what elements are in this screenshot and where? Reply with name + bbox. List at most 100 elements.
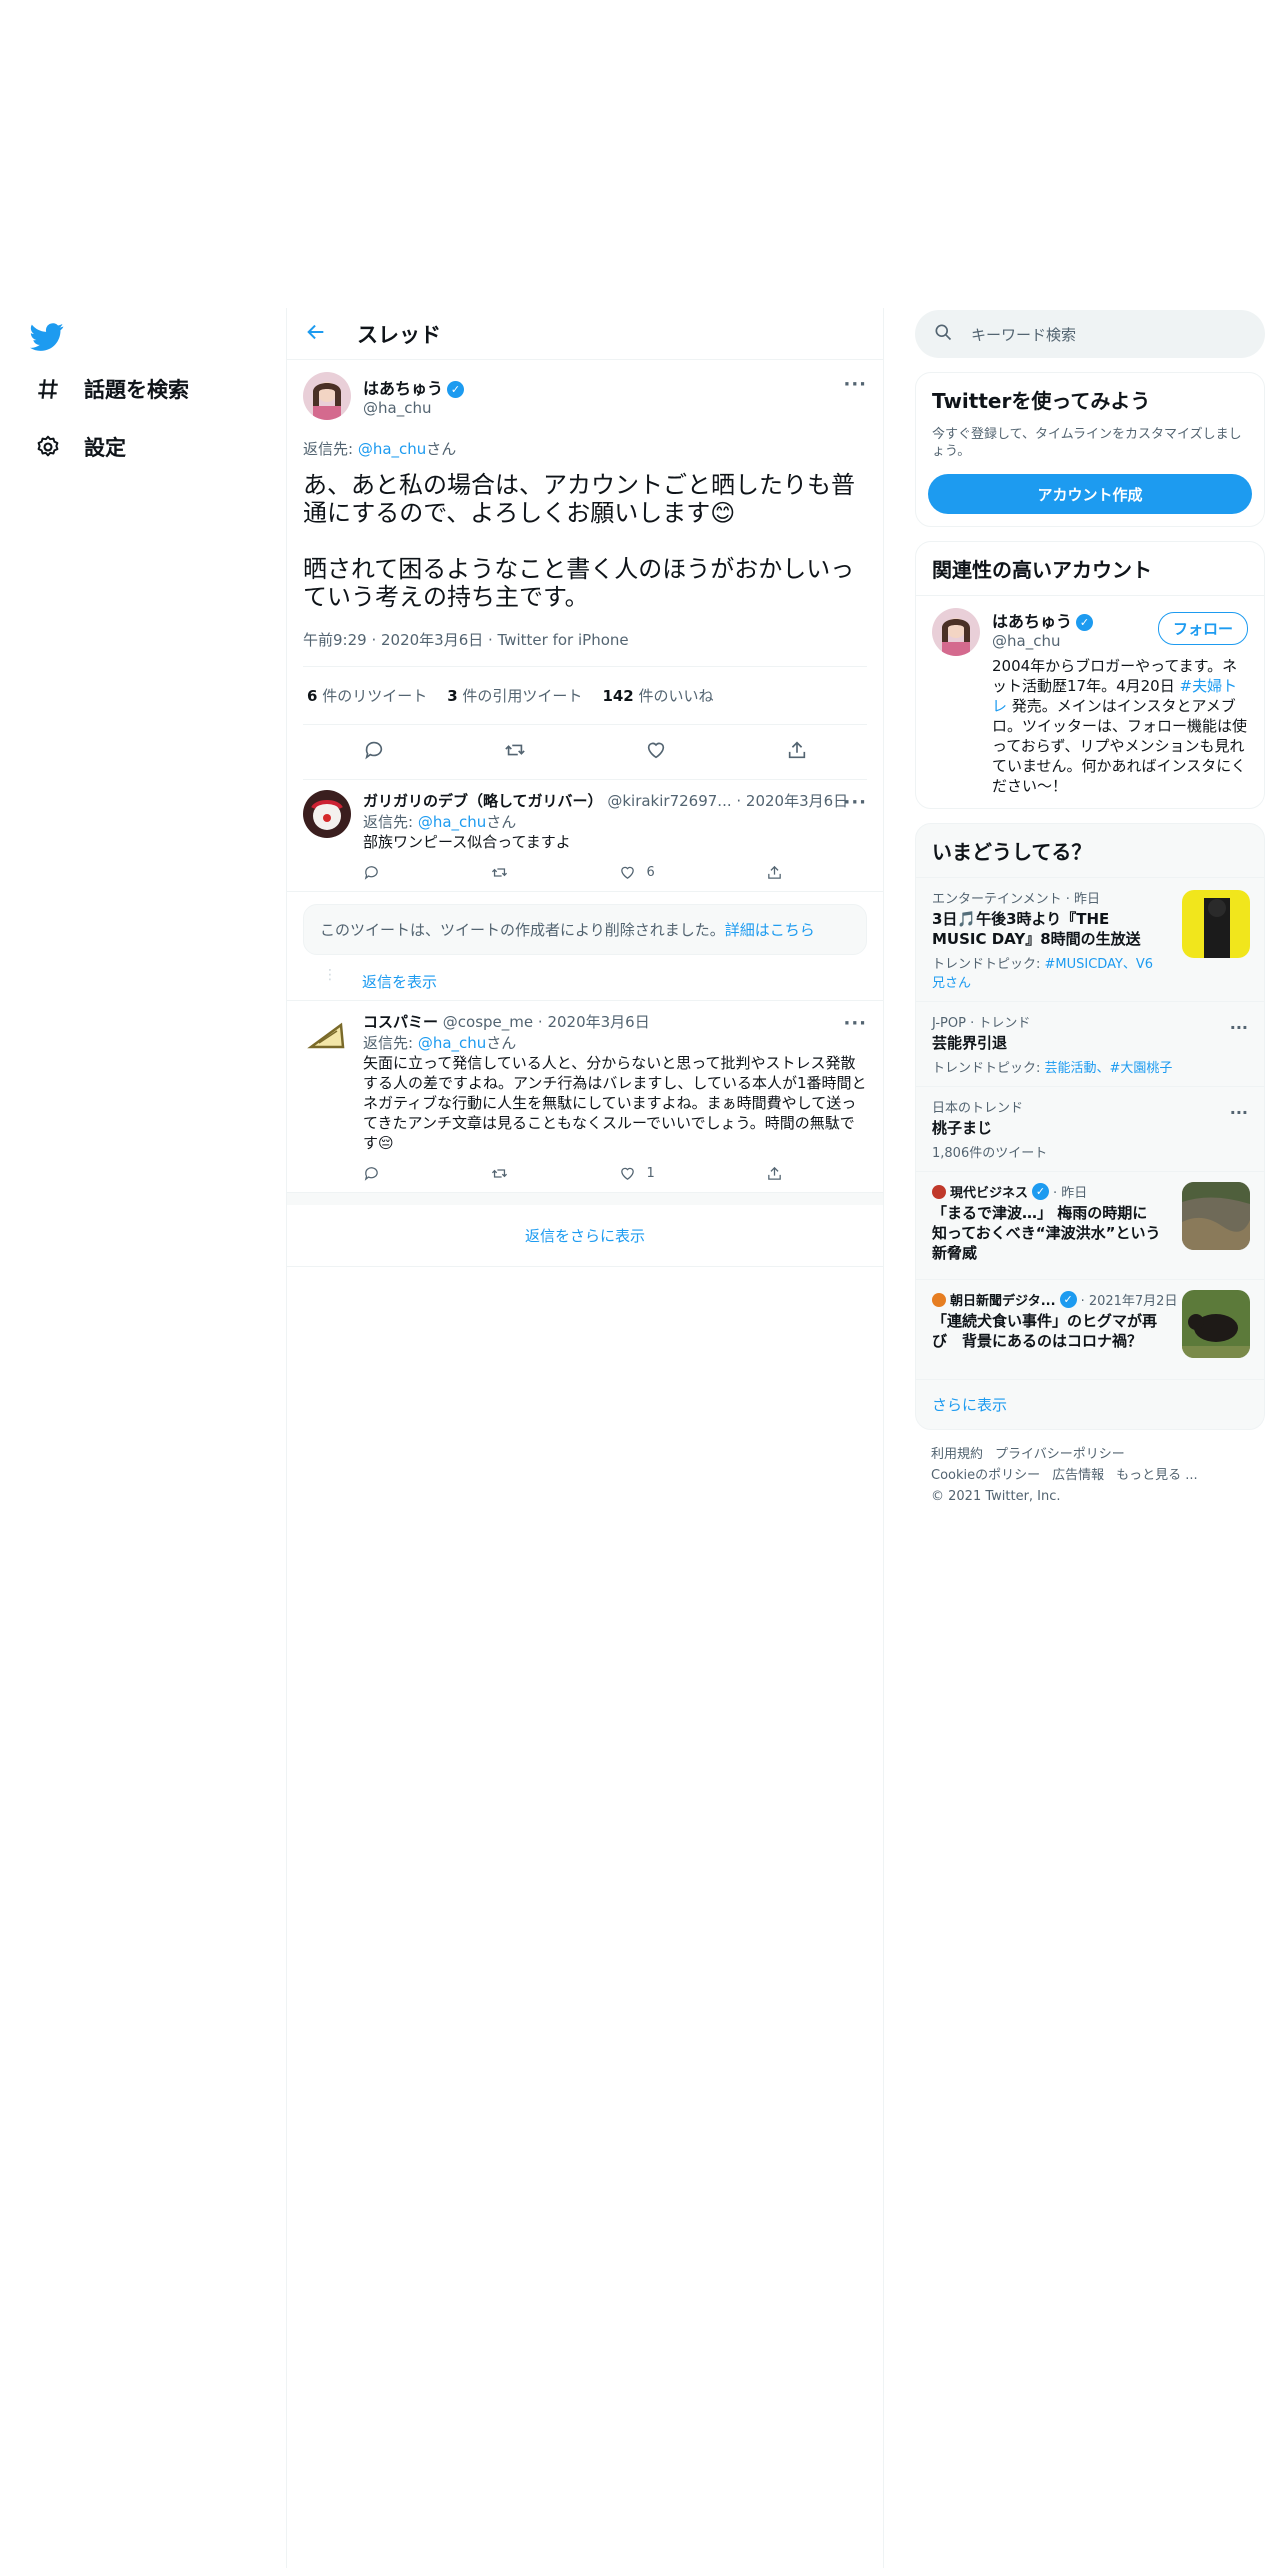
thread-header: スレッド [287, 308, 883, 360]
reply-prefix: 返信先: [363, 1034, 418, 1052]
retweet-icon[interactable] [504, 739, 526, 765]
twitter-logo-icon[interactable] [30, 320, 64, 354]
more-options-icon[interactable]: ··· [1230, 1103, 1248, 1122]
more-options-icon[interactable]: ··· [843, 1013, 867, 1034]
avatar[interactable] [303, 790, 351, 838]
deleted-tweet-notice: このツイートは、ツイートの作成者により削除されました。詳細はこちら [287, 892, 883, 967]
share-icon[interactable] [766, 1165, 783, 1182]
reply-to-handle[interactable]: @ha_chu [418, 1034, 486, 1052]
trend-item[interactable]: 日本のトレンド 桃子まじ 1,806件のツイート ··· [916, 1086, 1264, 1171]
retweet-icon[interactable] [491, 864, 508, 881]
reply-actions: 1 [363, 1165, 783, 1182]
search-input[interactable]: キーワード検索 [915, 310, 1265, 358]
show-replies-link[interactable]: ⋮ 返信を表示 [287, 967, 883, 1000]
more-options-icon[interactable]: ··· [1230, 1018, 1248, 1037]
verified-badge-icon: ✓ [447, 381, 465, 398]
trend-item[interactable]: エンターテインメント · 昨日 3日🎵午後3時より『THE MUSIC DAY』… [916, 877, 1264, 1001]
likes-count: 142 [602, 687, 634, 705]
likes-label: 件のいいね [633, 687, 714, 705]
thread-column: スレッド はあちゅう ✓ @ha_chu ··· 返信先: @ha_chuさん あ… [286, 308, 884, 2568]
avatar[interactable] [303, 1011, 351, 1059]
account-item[interactable]: はあちゅう ✓ @ha_chu 2004年からブロガーやってます。ネット活動歴17… [916, 595, 1264, 808]
like-icon [621, 866, 635, 879]
thread-dots: ⋮ [323, 967, 337, 983]
trend-name: 芸能界引退 [932, 1034, 1008, 1052]
follow-button[interactable]: フォロー [1157, 612, 1248, 645]
news-headline: 「連続犬食い事件」のヒグマが再び 背景にあるのはコロナ禍？ [932, 1312, 1158, 1350]
back-arrow-icon[interactable] [305, 321, 327, 347]
quotes-label: 件の引用ツイート [457, 687, 583, 705]
reply-to-line: 返信先: @ha_chuさん [363, 1032, 867, 1053]
signup-title: Twitterを使ってみよう [932, 389, 1151, 413]
tweet-timestamp[interactable]: 午前9:29 · 2020年3月6日 · Twitter for iPhone [303, 629, 867, 667]
show-more-replies-button[interactable]: 返信をさらに表示 [287, 1193, 883, 1267]
footer-privacy[interactable]: プライバシーポリシー [995, 1447, 1125, 1462]
hashtag-icon [34, 375, 62, 403]
news-item[interactable]: 朝日新聞デジタ... ✓ · 2021年7月2日 「連続犬食い事件」のヒグマが再び… [916, 1279, 1264, 1379]
retweets-count: 6 [307, 687, 318, 705]
footer-terms[interactable]: 利用規約 [931, 1447, 983, 1462]
footer-more[interactable]: もっと見る ... [1116, 1468, 1198, 1483]
trend-name: 3日🎵午後3時より『THE MUSIC DAY』8時間の生放送 [932, 910, 1141, 948]
deleted-text: このツイートは、ツイートの作成者により削除されました。 [320, 921, 725, 939]
reply-to-handle[interactable]: @ha_chu [358, 440, 426, 458]
verified-badge-icon: ✓ [1032, 1183, 1050, 1200]
footer-ads[interactable]: 広告情報 [1052, 1468, 1104, 1483]
page-title: スレッド [357, 322, 441, 347]
author-name[interactable]: はあちゅう [363, 379, 443, 398]
quotes-stat[interactable]: 3 件の引用ツイート [447, 685, 582, 706]
reply-icon[interactable] [363, 1165, 380, 1182]
trend-meta: 日本のトレンド [932, 1101, 1024, 1116]
avatar[interactable] [932, 608, 980, 656]
like-button[interactable]: 6 [619, 864, 655, 881]
likes-stat[interactable]: 142 件のいいね [602, 685, 713, 706]
news-item[interactable]: 現代ビジネス ✓ · 昨日 「まるで津波…」 梅雨の時期に知っておくべき“津波洪水… [916, 1171, 1264, 1279]
reply-to-handle[interactable]: @ha_chu [418, 813, 486, 831]
create-account-button[interactable]: アカウント作成 [928, 474, 1252, 514]
reply-tweet[interactable]: ガリガリのデブ（略してガリバー） @kirakir72697... · 2020… [287, 780, 883, 892]
account-name[interactable]: はあちゅう [992, 612, 1072, 631]
nav-explore[interactable]: 話題を検索 [34, 374, 189, 404]
more-options-icon[interactable]: ··· [843, 374, 867, 395]
like-icon[interactable] [645, 739, 667, 765]
reply-author-handle[interactable]: @kirakir72697... [607, 792, 731, 810]
avatar[interactable] [303, 372, 351, 420]
reply-date[interactable]: · 2020年3月6日 [533, 1013, 650, 1031]
trend-item[interactable]: J-POP · トレンド 芸能界引退 トレンドトピック: 芸能活動、#大園桃子 … [916, 1001, 1264, 1086]
news-thumbnail [1182, 1290, 1250, 1358]
share-icon[interactable] [766, 864, 783, 881]
reply-tweet[interactable]: コスパミー @cospe_me · 2020年3月6日 返信先: @ha_chu… [287, 1000, 883, 1193]
retweet-icon[interactable] [491, 1165, 508, 1182]
reply-author-handle[interactable]: @cospe_me [443, 1013, 533, 1031]
topic-label: トレンドトピック: [932, 1061, 1045, 1076]
tweet-stats: 6 件のリツイート 3 件の引用ツイート 142 件のいいね [303, 667, 867, 725]
nav-settings[interactable]: 設定 [34, 432, 126, 462]
news-time: · 2021年7月2日 [1080, 1294, 1178, 1309]
reply-author-name[interactable]: ガリガリのデブ（略してガリバー） [363, 792, 603, 810]
reply-to-line: 返信先: @ha_chuさん [303, 438, 867, 459]
footer-cookie[interactable]: Cookieのポリシー [931, 1468, 1040, 1483]
reply-text: 部族ワンピース似合ってますよ [363, 833, 571, 851]
news-headline: 「まるで津波…」 梅雨の時期に知っておくべき“津波洪水”という新脅威 [932, 1204, 1161, 1262]
reply-date[interactable]: · 2020年3月6日 [732, 792, 848, 810]
author-handle[interactable]: @ha_chu [363, 399, 464, 417]
details-link[interactable]: 詳細はこちら [725, 921, 815, 939]
topic-label: トレンドトピック: [932, 957, 1045, 972]
nav-explore-label: 話題を検索 [84, 378, 189, 402]
like-button[interactable]: 1 [619, 1165, 655, 1182]
signup-subtitle: 今すぐ登録して、タイムラインをカスタマイズしましょう。 [932, 427, 1242, 459]
topic-links[interactable]: 芸能活動、#大園桃子 [1045, 1061, 1173, 1076]
related-title: 関連性の高いアカウント [932, 558, 1152, 582]
right-sidebar: キーワード検索 Twitterを使ってみよう 今すぐ登録して、タイムラインをカス… [915, 310, 1265, 1521]
retweets-stat[interactable]: 6 件のリツイート [307, 685, 427, 706]
show-more-trends-link[interactable]: さらに表示 [916, 1379, 1264, 1429]
reply-author-name[interactable]: コスパミー [363, 1013, 438, 1031]
trend-count: 1,806件のツイート [932, 1146, 1048, 1161]
show-replies-label: 返信を表示 [362, 973, 438, 991]
share-icon[interactable] [786, 739, 808, 765]
reply-icon[interactable] [363, 739, 385, 765]
reply-suffix: さん [426, 440, 457, 458]
more-options-icon[interactable]: ··· [843, 792, 867, 813]
tweet-actions [303, 725, 867, 780]
reply-icon[interactable] [363, 864, 380, 881]
